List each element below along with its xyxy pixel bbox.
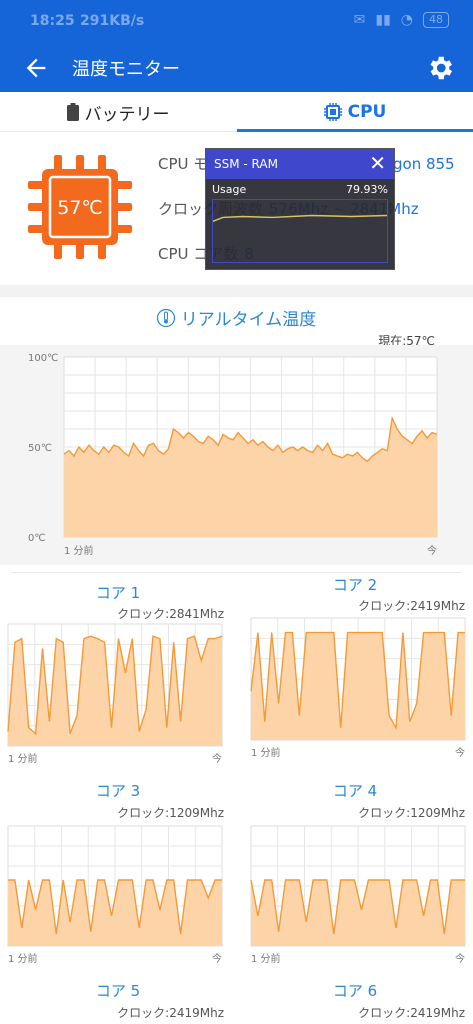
realtime-temp-header: リアルタイム温度 (0, 305, 473, 330)
core-block-2: コア 2 クロック:2419Mhz 1 分前 今 (237, 574, 473, 774)
core-1-chart: 1 分前 今 (7, 623, 223, 765)
chart-separator (12, 572, 461, 573)
tab-battery-label: バッテリー (84, 104, 170, 125)
overlay-usage-label: Usage (212, 183, 247, 196)
core-3-x-tick: 今 (212, 952, 222, 965)
realtime-temp-title: リアルタイム温度 (180, 310, 317, 330)
tab-bar: バッテリー CPU (0, 92, 473, 132)
core-1-x-tick: 1 分前 (8, 752, 38, 765)
status-icons: ✉ ▮▮ ◔ 48 (354, 12, 449, 28)
main-chart-x-tick: 1 分前 (64, 544, 94, 557)
core-4-clock: クロック:1209Mhz (358, 806, 465, 820)
status-time: 18:25 (30, 13, 75, 29)
close-icon[interactable]: ✕ (369, 152, 386, 174)
main-chart-y-tick: 50℃ (28, 443, 52, 454)
signal-icon: ▮▮ (375, 12, 391, 28)
core-6-title: コア 6 (332, 982, 378, 1000)
battery-icon (66, 103, 79, 121)
core-2-x-tick: 今 (455, 746, 465, 759)
status-bar: 18:25 291KB/s ✉ ▮▮ ◔ 48 (0, 0, 473, 44)
core-4-title: コア 4 (332, 782, 378, 800)
arrow-left-icon[interactable] (22, 54, 50, 82)
core-5-clock: クロック:2419Mhz (117, 1006, 224, 1020)
core-2-title: コア 2 (332, 576, 378, 594)
core-1-title: コア 1 (95, 584, 141, 602)
wifi-icon: ◔ (400, 12, 413, 28)
main-chart-y-tick: 100℃ (28, 353, 58, 364)
core-3-clock: クロック:1209Mhz (117, 806, 224, 820)
core-block-6: コア 6 クロック:2419Mhz (237, 980, 473, 1024)
core-1-x-tick: 今 (212, 752, 222, 765)
core-6-clock: クロック:2419Mhz (358, 1006, 465, 1020)
realtime-temp-chart: 100℃ 50℃ 0℃ 1 分前 今 (0, 345, 473, 565)
core-5-title: コア 5 (95, 982, 141, 1000)
tab-cpu-label: CPU (347, 102, 387, 122)
tab-indicator (237, 129, 473, 132)
cpu-temp-value: 57℃ (57, 197, 103, 219)
core-4-x-tick: 今 (455, 952, 465, 965)
main-chart-x-tick: 今 (427, 544, 437, 557)
battery-status-icon: 48 (423, 12, 449, 28)
section-divider (0, 285, 473, 297)
gear-icon[interactable] (425, 53, 455, 83)
core-2-chart: 1 分前 今 (250, 617, 466, 759)
status-network-speed: 291KB/s (80, 13, 145, 29)
core-block-5: コア 5 クロック:2419Mhz (0, 980, 236, 1024)
overlay-usage-row: Usage 79.93% (206, 179, 394, 197)
ram-usage-overlay[interactable]: SSM - RAM ✕ Usage 79.93% (205, 148, 395, 270)
core-4-chart: 1 分前 今 (250, 825, 466, 965)
overlay-usage-value: 79.93% (346, 183, 388, 196)
app-bar: 温度モニター (0, 44, 473, 92)
core-3-x-tick: 1 分前 (8, 952, 38, 965)
cpu-temperature-chip-icon: 57℃ (28, 155, 132, 259)
core-block-3: コア 3 クロック:1209Mhz 1 分前 今 (0, 780, 236, 980)
overlay-title: SSM - RAM (214, 157, 278, 171)
overlay-header: SSM - RAM ✕ (206, 149, 394, 179)
thermometer-icon (156, 308, 175, 328)
core-block-4: コア 4 クロック:1209Mhz 1 分前 今 (237, 780, 473, 980)
overlay-usage-graph (212, 199, 388, 263)
core-3-title: コア 3 (95, 782, 141, 800)
main-chart-y-tick: 0℃ (28, 533, 46, 544)
core-block-1: コア 1 クロック:2841Mhz 1 分前今 (0, 578, 236, 778)
core-2-clock: クロック:2419Mhz (358, 599, 465, 613)
core-2-x-tick: 1 分前 (251, 746, 281, 759)
cpu-chip-icon (323, 103, 342, 121)
core-4-x-tick: 1 分前 (251, 952, 281, 965)
core-3-chart: 1 分前 今 (7, 825, 223, 965)
notification-icon: ✉ (353, 12, 366, 28)
tab-cpu[interactable]: CPU (237, 92, 473, 132)
tab-battery[interactable]: バッテリー (0, 92, 236, 132)
page-title: 温度モニター (72, 59, 180, 80)
